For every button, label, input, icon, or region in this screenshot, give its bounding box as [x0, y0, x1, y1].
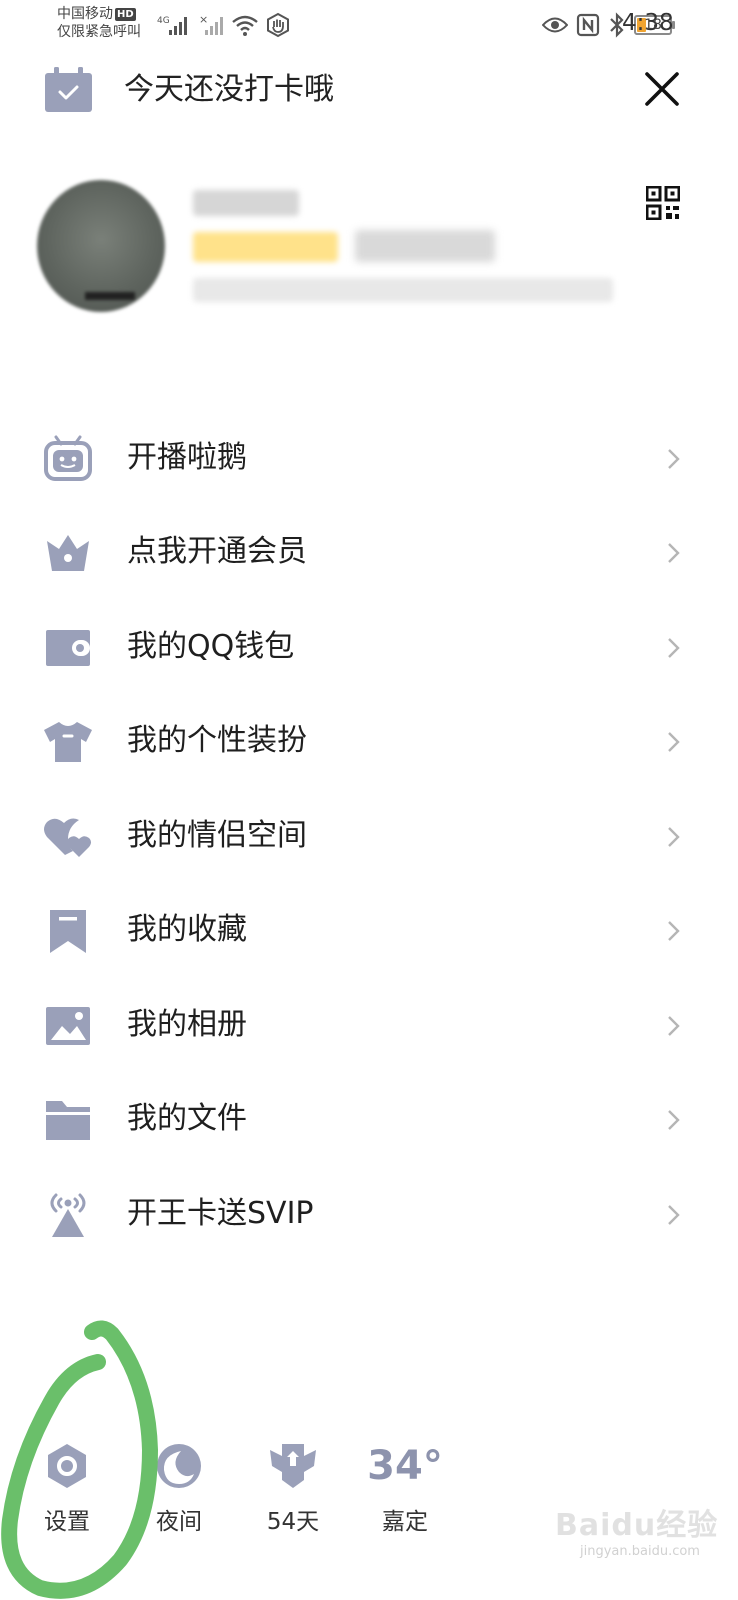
days-label: 54天 — [266, 1509, 320, 1535]
menu-label: 我的个性装扮 — [127, 723, 307, 758]
close-icon[interactable] — [643, 70, 681, 108]
battery-level: 18 — [644, 17, 662, 33]
winged-badge-icon — [270, 1444, 316, 1488]
weather-temperature: 34° — [367, 1443, 443, 1489]
tshirt-icon — [44, 722, 92, 762]
chevron-right-icon — [668, 827, 680, 847]
hd-badge: HD — [115, 8, 136, 21]
night-label: 夜间 — [156, 1509, 202, 1535]
chevron-right-icon — [668, 543, 680, 563]
chevron-right-icon — [668, 449, 680, 469]
signal-icons: 4G × — [157, 10, 291, 40]
menu-label: 我的相册 — [127, 1007, 247, 1042]
menu-label: 我的文件 — [127, 1101, 247, 1136]
couple-hearts-icon — [44, 818, 91, 857]
chevron-right-icon — [668, 1016, 680, 1036]
carrier-name: 中国移动 — [57, 6, 113, 22]
signal-no-sim-icon: × — [199, 13, 223, 35]
watermark-url: jingyan.baidu.com — [580, 1544, 700, 1559]
menu-item-theme[interactable]: 我的个性装扮 — [0, 695, 738, 789]
svg-text:×: × — [199, 13, 208, 26]
chevron-right-icon — [668, 732, 680, 752]
menu-item-favorites[interactable]: 我的收藏 — [0, 884, 738, 978]
emergency-only-text: 仅限紧急呼叫 — [57, 24, 141, 40]
menu-item-couple[interactable]: 我的情侣空间 — [0, 790, 738, 884]
network-type: 4G — [157, 16, 170, 26]
signal-tower-icon — [50, 1193, 86, 1237]
settings-button[interactable]: 设置 — [22, 1440, 112, 1540]
calendar-check-icon[interactable] — [45, 67, 92, 112]
chevron-right-icon — [668, 638, 680, 658]
eye-icon — [542, 17, 568, 33]
vip-badges-blurred — [355, 230, 495, 262]
check-in-prompt[interactable]: 今天还没打卡哦 — [124, 70, 334, 110]
menu-label: 我的情侣空间 — [127, 818, 307, 853]
nfc-icon — [576, 13, 600, 37]
menu-item-album[interactable]: 我的相册 — [0, 979, 738, 1073]
avatar[interactable] — [37, 180, 165, 312]
signal-4g-icon: 4G — [157, 16, 187, 35]
carrier-info: 中国移动 HD 仅限紧急呼叫 — [57, 5, 141, 41]
menu-label: 我的QQ钱包 — [127, 629, 295, 664]
night-mode-button[interactable]: 夜间 — [134, 1440, 224, 1540]
chevron-right-icon — [668, 1110, 680, 1130]
hand-hexagon-icon — [267, 12, 289, 38]
chevron-right-icon — [668, 921, 680, 941]
photo-icon — [46, 1007, 90, 1045]
crown-icon — [47, 535, 89, 571]
bookmark-icon — [50, 910, 86, 953]
menu-label: 开王卡送SVIP — [127, 1196, 314, 1231]
menu-item-kingcard[interactable]: 开王卡送SVIP — [0, 1168, 738, 1262]
active-days-button[interactable]: 54天 — [248, 1440, 338, 1540]
nickname-blurred — [193, 190, 299, 216]
weather-location: 嘉定 — [382, 1509, 428, 1535]
chevron-right-icon — [668, 1205, 680, 1225]
level-badges-blurred — [193, 232, 338, 262]
wifi-icon — [232, 15, 258, 36]
menu-item-wallet[interactable]: 我的QQ钱包 — [0, 601, 738, 695]
menu-item-live[interactable]: 开播啦鹅 — [0, 412, 738, 506]
wallet-icon — [46, 630, 90, 666]
menu-label: 我的收藏 — [127, 912, 247, 947]
live-tv-icon — [44, 435, 92, 481]
folder-icon — [46, 1101, 90, 1140]
menu-label: 开播啦鹅 — [127, 440, 247, 475]
weather-button[interactable]: 34° 嘉定 — [360, 1440, 450, 1540]
qr-code-icon[interactable] — [646, 186, 680, 220]
menu-item-files[interactable]: 我的文件 — [0, 1073, 738, 1167]
settings-label: 设置 — [44, 1509, 90, 1535]
signature-blurred — [193, 278, 613, 302]
menu-item-vip[interactable]: 点我开通会员 — [0, 506, 738, 600]
watermark-logo: Baidu经验 — [555, 1508, 719, 1543]
settings-hexagon-icon — [48, 1444, 86, 1488]
menu-label: 点我开通会员 — [127, 534, 307, 569]
status-bar: 中国移动 HD 仅限紧急呼叫 4G × 18 4:38 — [0, 0, 738, 50]
moon-icon — [157, 1444, 201, 1488]
